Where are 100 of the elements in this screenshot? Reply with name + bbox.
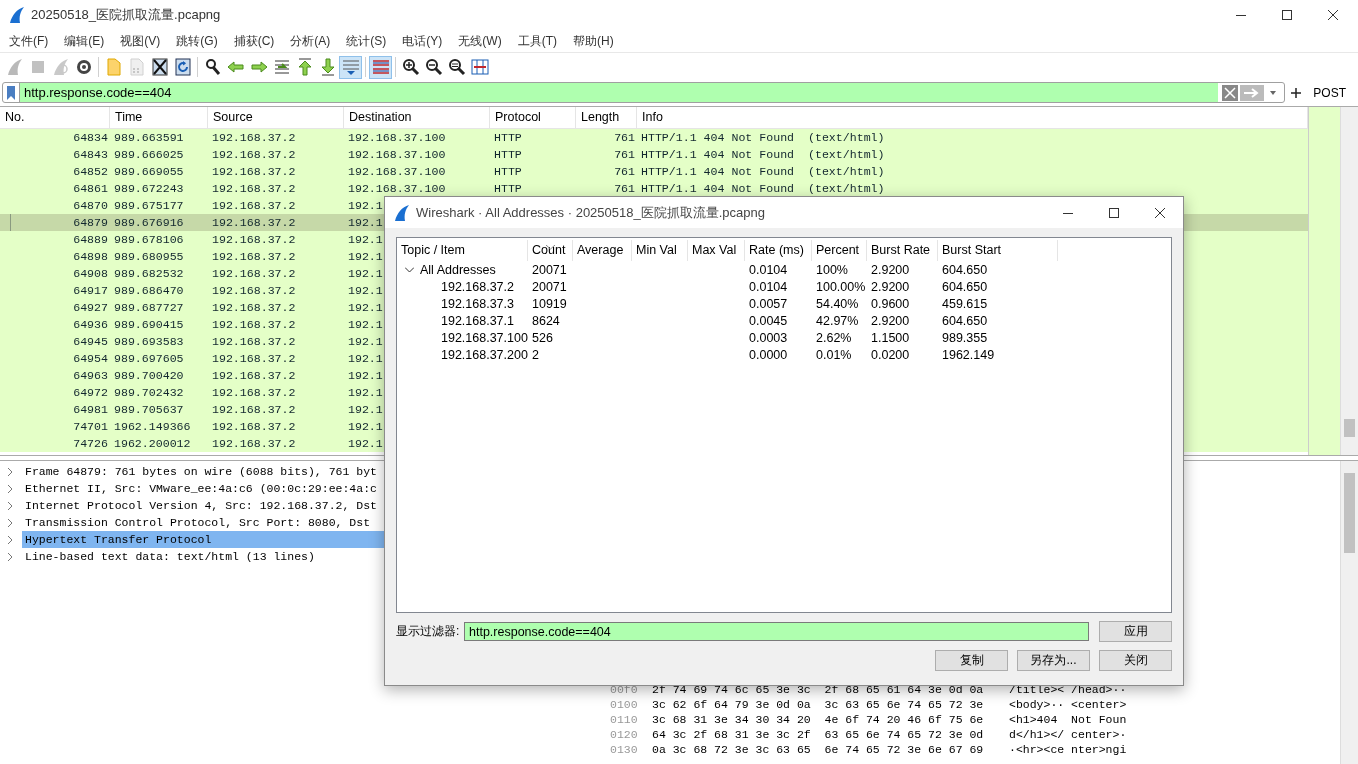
column-header[interactable]: No.	[0, 107, 110, 128]
menu-item[interactable]: 捕获(C)	[225, 30, 283, 52]
maximize-icon[interactable]	[1282, 10, 1292, 20]
column-header[interactable]: Length	[576, 107, 637, 128]
scrollbar-thumb[interactable]	[1344, 419, 1356, 437]
chevron-icon[interactable]	[6, 500, 14, 511]
ascii-bytes: d</h1></ center>·	[1009, 728, 1127, 741]
menu-item[interactable]: 跳转(G)	[168, 30, 226, 52]
menu-item[interactable]: 文件(F)	[1, 30, 57, 52]
close-icon[interactable]	[1328, 10, 1338, 20]
table-cell-text: 192.1	[347, 198, 384, 214]
right-arrow-icon	[249, 58, 268, 76]
chevron-icon[interactable]	[6, 483, 14, 494]
menu-item[interactable]: 帮助(H)	[565, 30, 622, 52]
column-header[interactable]: Count	[528, 240, 573, 261]
display-filter-field[interactable]: http.response.code==404	[464, 622, 1089, 641]
column-header[interactable]: Protocol	[490, 107, 576, 128]
table-cell-text: 989.672243	[113, 181, 185, 197]
resize-columns-icon	[470, 58, 489, 76]
chevron-icon[interactable]	[6, 551, 14, 562]
colorize-button[interactable]	[369, 55, 392, 79]
dialog-button[interactable]: 另存为...	[1017, 650, 1090, 671]
column-header[interactable]: Rate (ms)	[745, 240, 812, 261]
filter-button[interactable]: POST	[1307, 83, 1358, 102]
chevron-icon[interactable]	[405, 266, 414, 273]
column-header[interactable]: Min Val	[632, 240, 688, 261]
column-header[interactable]: Destination	[344, 107, 490, 128]
go-to-packet-icon	[272, 58, 291, 76]
ascii-bytes: <h1>404 Not Foun	[1009, 713, 1127, 726]
table-cell-text: 192.168.37.2	[211, 164, 297, 180]
table-cell-text: 192.168.37.2	[211, 198, 297, 214]
table-cell-text: 192.1	[347, 368, 384, 384]
column-header[interactable]: Source	[208, 107, 344, 128]
detail-row[interactable]: Internet Protocol Version 4, Src: 192.168.37.2, Dst	[0, 497, 600, 514]
column-header[interactable]: Burst Start	[938, 240, 1058, 261]
packet-row[interactable]: 64834 989.663591 192.168.37.2 192.168.37.100 HTTP 761 HTTP/1.1 404 Not Found (text/html)	[0, 129, 1308, 146]
table-cell-text: 64879	[72, 215, 109, 231]
table-cell-text: 64945	[72, 334, 109, 350]
table-cell-text: 192.1	[347, 385, 384, 401]
table-cell-text: 64936	[72, 317, 109, 333]
table-cell-text: 192.1	[347, 351, 384, 367]
column-header[interactable]: Max Val	[688, 240, 745, 261]
folder-icon	[104, 58, 123, 76]
ascii-bytes: <body>·· <center>	[1009, 698, 1127, 711]
menu-item[interactable]: 统计(S)	[338, 30, 395, 52]
table-cell-text: 192.168.37.2	[211, 249, 297, 265]
detail-row[interactable]: Line-based text data: text/html (13 lines)	[0, 548, 600, 565]
maximize-icon[interactable]	[1109, 207, 1119, 218]
dialog-button[interactable]: 关闭	[1099, 650, 1172, 671]
menu-item[interactable]: 编辑(E)	[56, 30, 113, 52]
restart-icon	[51, 58, 70, 76]
table-cell-text: 761	[613, 164, 636, 180]
plus-icon[interactable]	[1291, 87, 1302, 98]
column-header[interactable]: Topic / Item	[397, 240, 528, 261]
column-header[interactable]: Average	[573, 240, 632, 261]
column-header[interactable]: Burst Rate	[867, 240, 938, 261]
table-cell: 0.0104	[749, 262, 788, 277]
shark-fin-icon	[8, 6, 25, 24]
hex-bytes: 3c 68 31 3e 34 30 34 20 4e 6f 74 20 46 6f 75 6e	[652, 713, 985, 726]
menu-item[interactable]: 分析(A)	[282, 30, 339, 52]
table-cell-text: 192.1	[347, 300, 384, 316]
menu-item[interactable]: 视图(V)	[112, 30, 169, 52]
apply-button[interactable]: 应用	[1099, 621, 1172, 642]
packet-row[interactable]: 64843 989.666025 192.168.37.2 192.168.37.100 HTTP 761 HTTP/1.1 404 Not Found (text/html)	[0, 146, 1308, 163]
table-cell-text: 192.1	[347, 317, 384, 333]
detail-row[interactable]: Transmission Control Protocol, Src Port: 8080, Dst	[0, 514, 600, 531]
table-cell: 0.0200	[871, 347, 910, 362]
column-header[interactable]: Time	[110, 107, 208, 128]
packet-row[interactable]: 64861 989.672243 192.168.37.2 192.168.37.100 HTTP 761 HTTP/1.1 404 Not Found (text/html)	[0, 180, 1308, 197]
table-cell-text: 192.168.37.2	[211, 351, 297, 367]
scrollbar-thumb[interactable]	[1344, 473, 1355, 553]
detail-row[interactable]: Ethernet II, Src: VMware_ee:4a:c6 (00:0c:29:ee:4a:c	[0, 480, 600, 497]
chevron-icon[interactable]	[6, 534, 14, 545]
table-cell: 459.615	[942, 296, 988, 311]
table-cell-text: 192.1	[347, 232, 384, 248]
menu-item[interactable]: 无线(W)	[450, 30, 510, 52]
table-cell-text: HTTP	[493, 130, 523, 146]
table-cell-text: 192.168.37.2	[211, 232, 297, 248]
dialog-button[interactable]: 复制	[935, 650, 1008, 671]
table-cell-text: 989.693583	[113, 334, 185, 350]
menu-item[interactable]: 电话(Y)	[394, 30, 451, 52]
table-cell-text: 1962.149366	[113, 419, 192, 435]
table-cell-text: 192.168.37.100	[347, 164, 447, 180]
table-cell-text: HTTP	[493, 147, 523, 163]
table-cell-text: 192.168.37.2	[211, 385, 297, 401]
menu-item[interactable]: 工具(T)	[509, 30, 565, 52]
chevron-icon[interactable]	[6, 466, 14, 477]
detail-row[interactable]: Frame 64879: 761 bytes on wire (6088 bits), 761 byt	[0, 463, 600, 480]
table-cell-text: 192.168.37.100	[347, 181, 447, 197]
column-header[interactable]: Percent	[812, 240, 867, 261]
close-icon[interactable]	[1155, 207, 1165, 218]
table-cell-text: 64843	[72, 147, 109, 163]
table-cell-text: 192.1	[347, 419, 384, 435]
table-cell-text: 64972	[72, 385, 109, 401]
table-cell-text: 64889	[72, 232, 109, 248]
packet-row[interactable]: 64852 989.669055 192.168.37.2 192.168.37.100 HTTP 761 HTTP/1.1 404 Not Found (text/html)	[0, 163, 1308, 180]
table-cell-text: 192.168.37.100	[347, 147, 447, 163]
zoom-in-icon	[401, 58, 420, 76]
chevron-icon[interactable]	[6, 517, 14, 528]
autoscroll-button[interactable]	[339, 55, 362, 79]
